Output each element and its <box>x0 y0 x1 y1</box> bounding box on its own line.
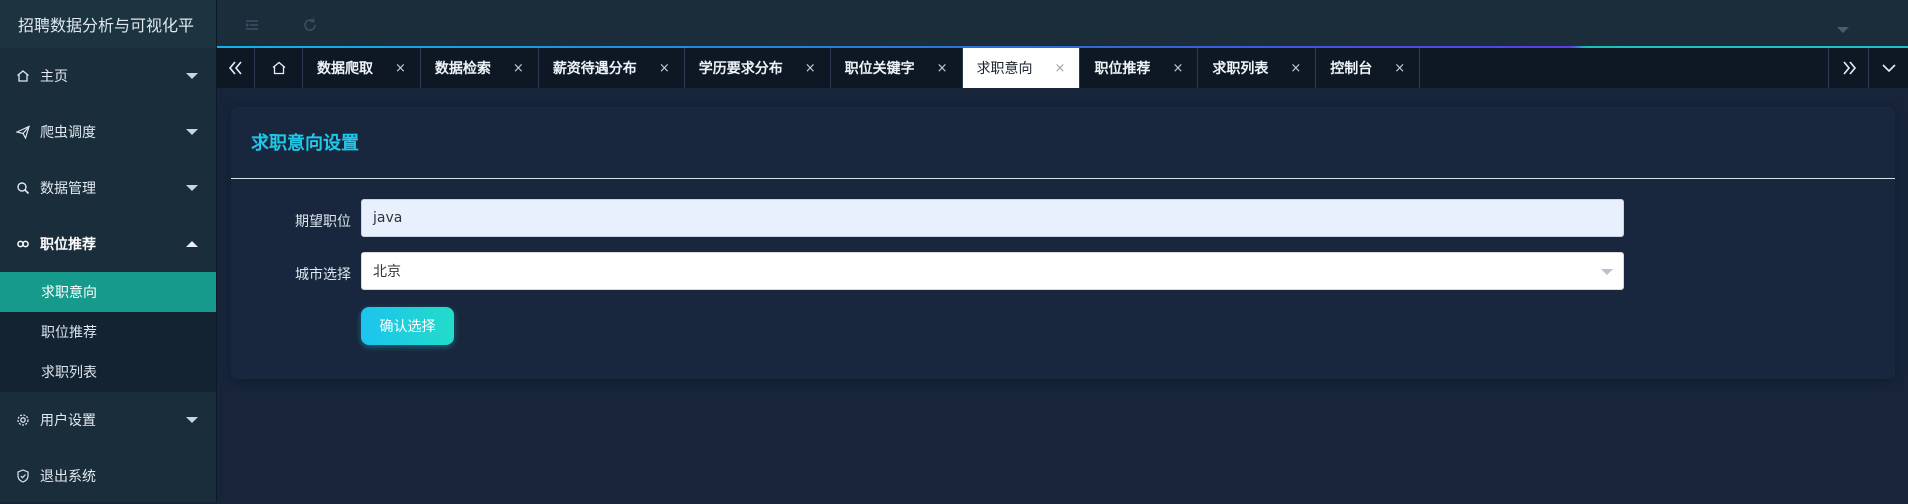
close-icon[interactable]: × <box>937 61 948 76</box>
card-title: 求职意向设置 <box>251 133 359 154</box>
tab-job-recommend[interactable]: 职位推荐 × <box>1080 48 1199 88</box>
close-icon[interactable]: × <box>395 61 406 76</box>
tab-label: 求职列表 <box>1212 61 1269 77</box>
sidebar: 招聘数据分析与可视化平 主页 爬虫调度 数据管理 职位推荐 求职意向 职位推荐 … <box>0 0 217 502</box>
divider <box>231 178 1895 179</box>
tab-label: 薪资待遇分布 <box>552 61 637 77</box>
sidebar-item-label: 退出系统 <box>40 469 96 485</box>
job-intention-card: 求职意向设置 期望职位 java 城市选择 北京 确认选择 <box>231 107 1895 379</box>
sidebar-item-logout[interactable]: 退出系统 <box>0 448 216 504</box>
chevron-down-icon <box>186 185 198 191</box>
chevron-up-icon <box>186 241 198 247</box>
close-icon[interactable]: × <box>1290 61 1301 76</box>
sidebar-item-recommend[interactable]: 职位推荐 <box>0 216 216 272</box>
app-title: 招聘数据分析与可视化平 <box>0 0 216 48</box>
shield-icon <box>16 469 30 483</box>
tab-job-list[interactable]: 求职列表 × <box>1198 48 1317 88</box>
home-icon <box>16 69 30 83</box>
position-input[interactable]: java <box>361 199 1624 237</box>
sidebar-item-label: 数据管理 <box>40 181 96 197</box>
gear-icon <box>16 413 30 427</box>
tabs-scroll-right-button[interactable] <box>1828 48 1868 88</box>
search-icon <box>16 181 30 195</box>
tab-label: 学历要求分布 <box>698 61 783 77</box>
sidebar-item-crawler[interactable]: 爬虫调度 <box>0 104 216 160</box>
menu-fold-icon[interactable] <box>244 17 260 33</box>
confirm-button[interactable]: 确认选择 <box>361 307 454 345</box>
refresh-icon[interactable] <box>302 17 318 33</box>
sidebar-item-label: 职位推荐 <box>40 237 96 253</box>
tab-label: 数据检索 <box>434 61 491 77</box>
top-bar <box>217 0 1908 48</box>
tab-keywords[interactable]: 职位关键字 × <box>831 48 963 88</box>
sidebar-item-home[interactable]: 主页 <box>0 48 216 104</box>
tab-data-crawl[interactable]: 数据爬取 × <box>303 48 421 88</box>
tab-spacer <box>1420 48 1828 88</box>
submenu-item-recommend[interactable]: 职位推荐 <box>0 312 216 352</box>
city-label: 城市选择 <box>295 267 351 283</box>
tabs-scroll-left-button[interactable] <box>217 48 255 88</box>
link-icon <box>16 237 30 251</box>
city-select[interactable]: 北京 <box>361 252 1624 290</box>
tab-label: 职位关键字 <box>844 61 915 77</box>
tab-bar: 数据爬取 × 数据检索 × 薪资待遇分布 × 学历要求分布 × 职位关键字 × 求职意向 ×… <box>217 48 1908 88</box>
position-value: java <box>373 210 403 226</box>
chevron-down-icon <box>186 417 198 423</box>
chevron-down-icon <box>1881 64 1896 73</box>
sidebar-item-user-settings[interactable]: 用户设置 <box>0 392 216 448</box>
close-icon[interactable]: × <box>1394 61 1405 76</box>
tab-console[interactable]: 控制台 × <box>1316 48 1421 88</box>
sidebar-item-data[interactable]: 数据管理 <box>0 160 216 216</box>
tabs-menu-button[interactable] <box>1868 48 1908 88</box>
tab-salary[interactable]: 薪资待遇分布 × <box>539 48 685 88</box>
tab-home[interactable] <box>255 48 303 88</box>
tab-label: 职位推荐 <box>1094 61 1151 77</box>
close-icon[interactable]: × <box>805 61 816 76</box>
tab-label: 数据爬取 <box>317 61 373 77</box>
submenu-item-intention[interactable]: 求职意向 <box>0 272 216 312</box>
close-icon[interactable]: × <box>513 61 524 76</box>
tab-label: 控制台 <box>1330 61 1373 77</box>
sidebar-item-label: 用户设置 <box>40 413 96 429</box>
close-icon[interactable]: × <box>1172 61 1183 76</box>
send-icon <box>16 125 30 139</box>
submenu: 求职意向 职位推荐 求职列表 <box>0 272 216 392</box>
tab-education[interactable]: 学历要求分布 × <box>685 48 831 88</box>
chevron-down-icon <box>1601 269 1613 275</box>
user-dropdown-icon[interactable] <box>1837 20 1853 36</box>
tab-job-intention[interactable]: 求职意向 × <box>962 48 1081 88</box>
close-icon[interactable]: × <box>1055 61 1066 76</box>
tab-data-search[interactable]: 数据检索 × <box>421 48 539 88</box>
position-label: 期望职位 <box>295 214 351 230</box>
tab-label: 求职意向 <box>976 61 1033 77</box>
city-value: 北京 <box>373 264 401 280</box>
submenu-item-list[interactable]: 求职列表 <box>0 352 216 392</box>
sidebar-item-label: 爬虫调度 <box>40 125 96 141</box>
sidebar-item-label: 主页 <box>40 69 68 85</box>
chevron-down-icon <box>186 73 198 79</box>
home-icon <box>272 61 285 75</box>
chevron-down-icon <box>186 129 198 135</box>
close-icon[interactable]: × <box>659 61 670 76</box>
